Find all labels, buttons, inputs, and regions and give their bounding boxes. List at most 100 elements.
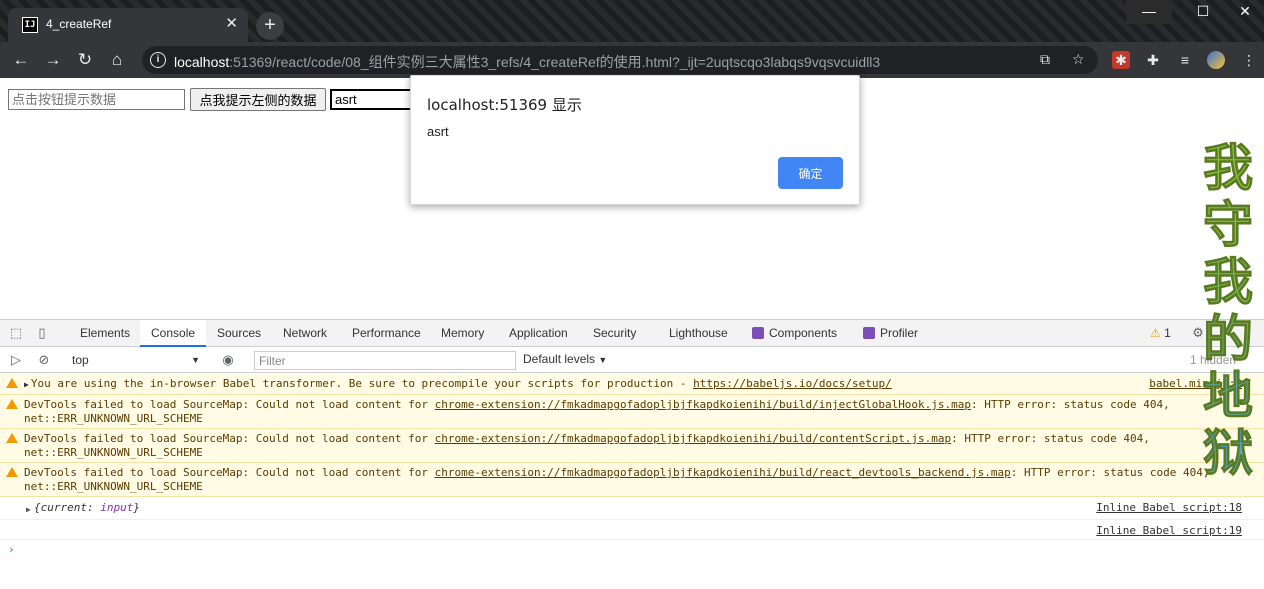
warning-text: net::ERR_UNKNOWN_URL_SCHEME: [24, 412, 203, 425]
tab-console[interactable]: Console: [140, 320, 207, 347]
console-warning[interactable]: ▶ You are using the in-browser Babel tran…: [0, 374, 1264, 395]
inspect-element-icon[interactable]: ⬚: [8, 325, 24, 341]
site-info-icon[interactable]: i: [150, 52, 166, 68]
clear-console-icon[interactable]: ⊘: [36, 352, 52, 368]
url-path: :51369/react/code/08_组件实例三大属性3_refs/4_cr…: [229, 54, 881, 70]
chevron-down-icon: ▼: [191, 355, 200, 365]
desktop-wallpaper-text: 我 守 我 的 地 狱: [1196, 139, 1260, 482]
react-icon: [752, 327, 764, 339]
right-data-input[interactable]: [330, 89, 420, 110]
warning-text: net::ERR_UNKNOWN_URL_SCHEME: [24, 446, 203, 459]
tab-performance[interactable]: Performance: [352, 320, 421, 347]
bookmark-star-icon[interactable]: ☆: [1072, 51, 1085, 68]
forward-arrow-icon[interactable]: →: [42, 49, 64, 71]
warning-icon: [6, 433, 18, 443]
wallpaper-char: 狱: [1203, 424, 1254, 482]
tab-profiler-label: Profiler: [880, 326, 919, 340]
tab-security[interactable]: Security: [593, 320, 636, 347]
warning-counter[interactable]: ⚠ 1: [1150, 320, 1171, 347]
console-filter-input[interactable]: [254, 351, 516, 370]
warning-text: : HTTP error: status code 404,: [951, 432, 1150, 445]
tab-close-icon[interactable]: ✕: [225, 15, 238, 33]
extensions-puzzle-icon[interactable]: ✚: [1144, 51, 1162, 69]
console-filter-bar: ▷ ⊘ top▼ ◉ Default levels ▼ 1 hidden: [0, 347, 1264, 373]
log-levels-dropdown[interactable]: Default levels ▼: [523, 352, 607, 366]
log-levels-label: Default levels: [523, 352, 596, 366]
back-arrow-icon[interactable]: ←: [10, 49, 32, 71]
dialog-ok-button[interactable]: 确定: [778, 157, 843, 189]
tab-memory[interactable]: Memory: [441, 320, 484, 347]
device-toolbar-icon[interactable]: ▯: [34, 325, 50, 341]
console-warning: DevTools failed to load SourceMap: Could…: [0, 395, 1264, 429]
tab-components-label: Components: [769, 326, 838, 340]
context-selector[interactable]: top ▼: [66, 350, 206, 370]
browser-tab[interactable]: IJ 4_createRef ✕: [8, 8, 248, 42]
warning-link[interactable]: chrome-extension://fmkadmapgofadopljbjfk…: [435, 398, 971, 411]
window-close-button[interactable]: ✕: [1222, 0, 1264, 24]
dialog-title: localhost:51369 显示: [427, 96, 582, 114]
warning-text: DevTools failed to load SourceMap: Could…: [24, 398, 435, 411]
warning-icon: [6, 467, 18, 477]
url-text[interactable]: localhost:51369/react/code/08_组件实例三大属性3_…: [174, 52, 880, 72]
console-warning: DevTools failed to load SourceMap: Could…: [0, 463, 1264, 497]
eye-icon[interactable]: ◉: [220, 352, 236, 368]
new-tab-button[interactable]: +: [256, 12, 284, 40]
warning-text: DevTools failed to load SourceMap: Could…: [24, 466, 435, 479]
left-data-input[interactable]: [8, 89, 185, 110]
reload-icon[interactable]: ↻: [74, 49, 96, 71]
reading-list-icon[interactable]: ≡: [1176, 51, 1194, 69]
tab-application[interactable]: Application: [509, 320, 568, 347]
expand-triangle-icon[interactable]: ▶: [26, 503, 31, 517]
show-left-data-button[interactable]: 点我提示左侧的数据: [190, 88, 326, 111]
source-link[interactable]: Inline Babel script:18: [1096, 501, 1242, 515]
wallpaper-char: 地: [1203, 367, 1254, 425]
intellij-favicon-icon: IJ: [22, 17, 38, 33]
dialog-message: asrt: [427, 124, 449, 139]
tab-components[interactable]: Components: [752, 320, 837, 347]
context-value: top: [72, 353, 89, 367]
warning-text: : HTTP error: status code 404,: [971, 398, 1170, 411]
profile-avatar[interactable]: [1207, 51, 1225, 69]
expand-triangle-icon[interactable]: ▶: [24, 380, 29, 389]
warning-link[interactable]: chrome-extension://fmkadmapgofadopljbjfk…: [435, 432, 952, 445]
browser-titlebar: IJ 4_createRef ✕ + — ☐ ✕: [0, 0, 1264, 42]
tab-title: 4_createRef: [46, 17, 112, 31]
extension-red-icon[interactable]: ✱: [1112, 51, 1130, 69]
log-brace: }: [133, 501, 140, 514]
warning-icon: [6, 378, 18, 388]
console-prompt[interactable]: ›: [0, 540, 1264, 560]
sidebar-toggle-icon[interactable]: ▷: [8, 352, 24, 368]
warning-link[interactable]: https://babeljs.io/docs/setup/: [693, 377, 892, 390]
devtools-tab-bar: ⬚ ▯ Elements Console Sources Network Per…: [0, 319, 1264, 347]
warning-text: : HTTP error: status code 404,: [1010, 466, 1210, 479]
console-log[interactable]: ▶ {current: input} Inline Babel script:1…: [0, 497, 1264, 520]
address-bar[interactable]: i localhost:51369/react/code/08_组件实例三大属性…: [142, 46, 1098, 74]
console-output: ▶ You are using the in-browser Babel tran…: [0, 374, 1264, 589]
log-value: input: [100, 501, 134, 514]
tab-network[interactable]: Network: [283, 320, 327, 347]
warning-link[interactable]: chrome-extension://fmkadmapgofadopljbjfk…: [435, 466, 1011, 479]
warning-text: net::ERR_UNKNOWN_URL_SCHEME: [24, 480, 203, 493]
warning-icon: [6, 399, 18, 409]
alert-dialog: localhost:51369 显示 asrt 确定: [410, 75, 860, 205]
chevron-down-icon: ▼: [598, 355, 608, 365]
tab-profiler[interactable]: Profiler: [863, 320, 918, 347]
tab-elements[interactable]: Elements: [80, 320, 130, 347]
tab-lighthouse[interactable]: Lighthouse: [669, 320, 728, 347]
warning-text: DevTools failed to load SourceMap: Could…: [24, 432, 435, 445]
wallpaper-char: 我: [1203, 253, 1254, 311]
warning-count: 1: [1164, 326, 1171, 340]
tab-sources[interactable]: Sources: [217, 320, 261, 347]
log-key: current:: [40, 501, 101, 514]
url-host: localhost: [174, 54, 230, 70]
menu-kebab-icon[interactable]: ⋮: [1240, 51, 1258, 69]
source-link[interactable]: Inline Babel script:19: [1096, 524, 1242, 538]
translate-icon[interactable]: ⧉: [1040, 51, 1050, 68]
warning-icon: ⚠: [1150, 326, 1161, 340]
wallpaper-char: 我: [1203, 139, 1254, 197]
wallpaper-char: 守: [1203, 196, 1254, 254]
home-icon[interactable]: ⌂: [106, 49, 128, 71]
window-maximize-button[interactable]: ☐: [1180, 0, 1226, 24]
window-minimize-button[interactable]: —: [1126, 0, 1172, 24]
warning-text: You are using the in-browser Babel trans…: [30, 377, 694, 390]
